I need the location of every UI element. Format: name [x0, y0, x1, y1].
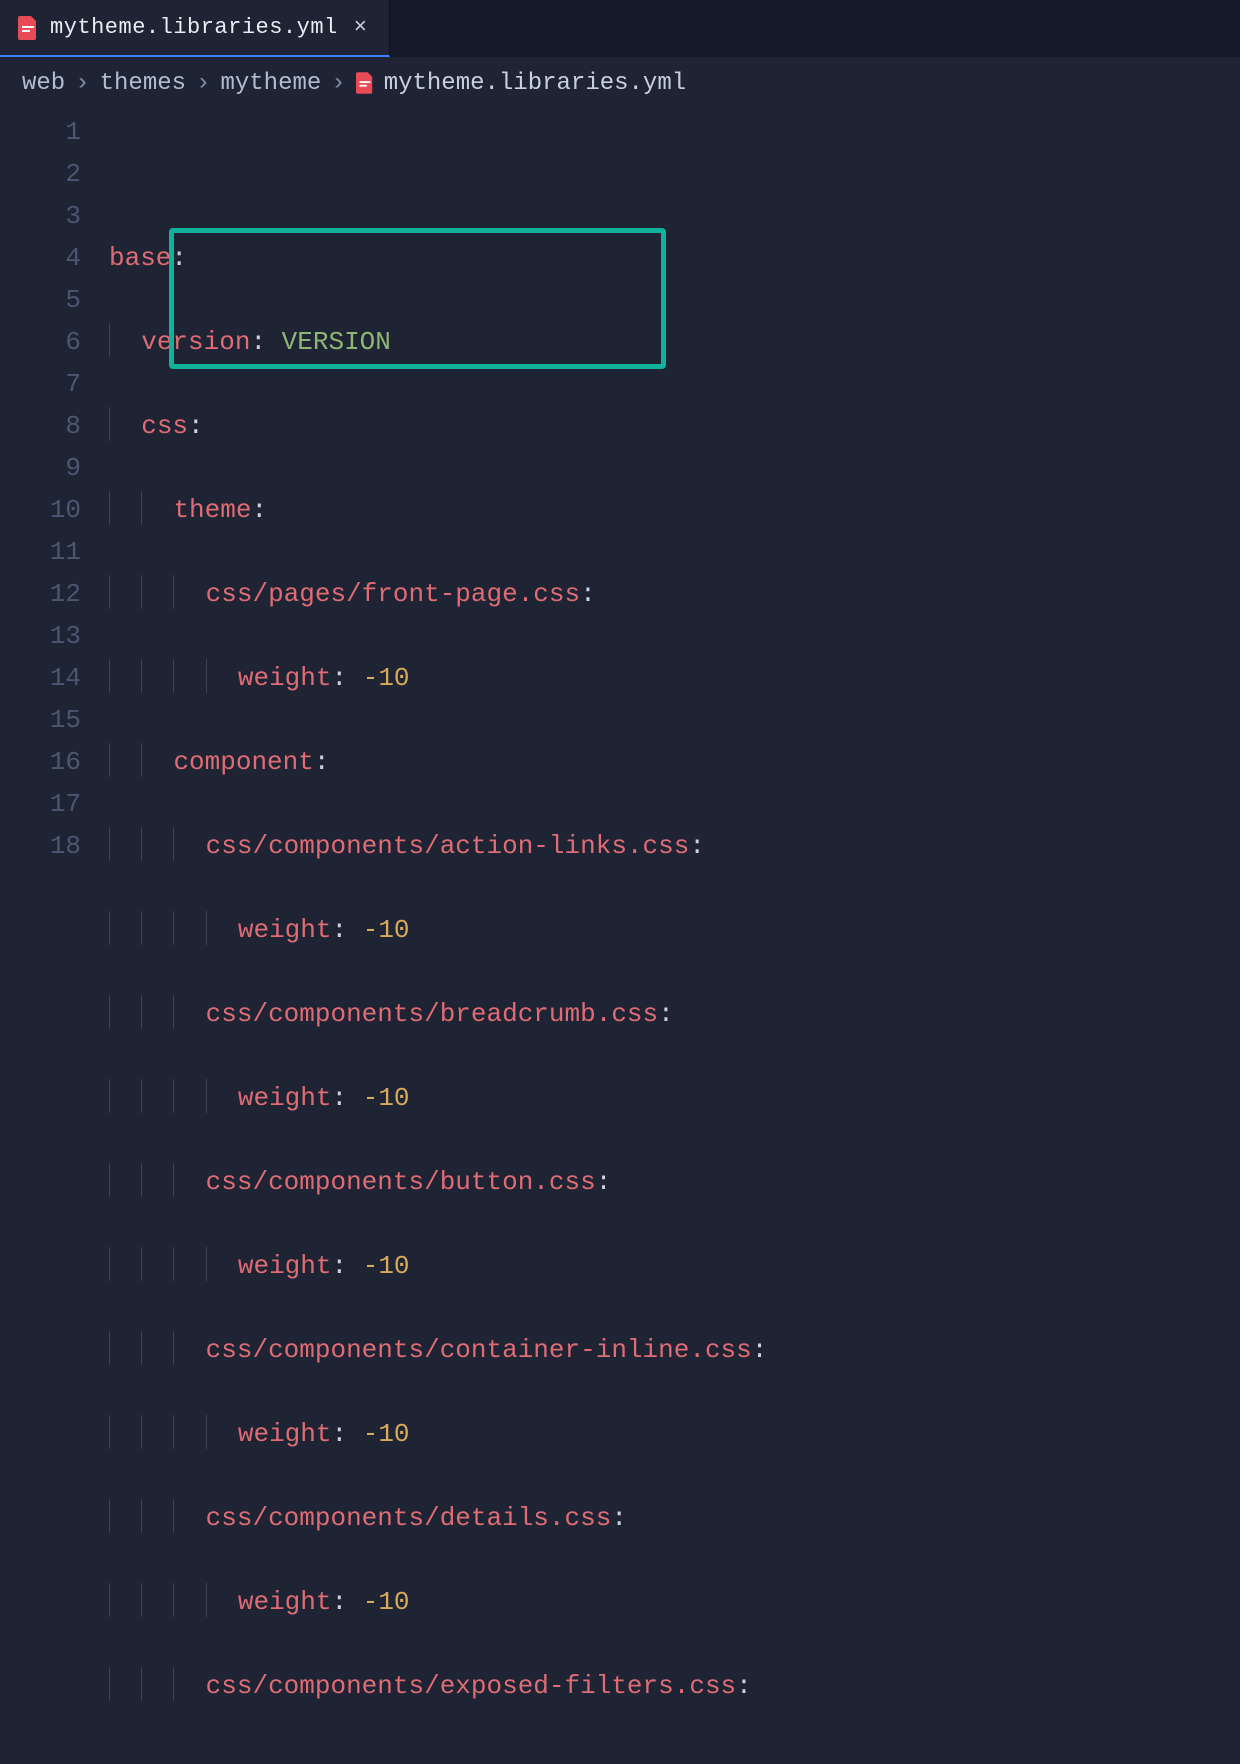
yaml-value: -10	[363, 663, 410, 693]
yaml-key: css/components/details.css	[206, 1503, 612, 1533]
line-number: 9	[0, 447, 81, 489]
yaml-key: version	[141, 327, 250, 357]
yaml-key: css/components/button.css	[206, 1167, 596, 1197]
yaml-value: -10	[363, 1251, 410, 1281]
editor-tab[interactable]: mytheme.libraries.yml ×	[0, 0, 390, 57]
tab-bar: mytheme.libraries.yml ×	[0, 0, 1240, 57]
line-number: 6	[0, 321, 81, 363]
breadcrumb-item[interactable]: themes	[100, 70, 186, 97]
breadcrumb: web › themes › mytheme › mytheme.librari…	[0, 57, 1240, 109]
close-icon[interactable]: ×	[350, 17, 371, 39]
yaml-value: -10	[363, 915, 410, 945]
chevron-right-icon: ›	[75, 70, 89, 97]
yaml-file-icon	[356, 72, 374, 94]
line-number: 11	[0, 531, 81, 573]
yaml-key: weight	[238, 1251, 332, 1281]
breadcrumb-item[interactable]: web	[22, 70, 65, 97]
yaml-value: -10	[363, 1587, 410, 1617]
line-number: 13	[0, 615, 81, 657]
line-number: 4	[0, 237, 81, 279]
yaml-key: weight	[238, 1587, 332, 1617]
yaml-key: weight	[238, 915, 332, 945]
yaml-key: weight	[238, 1083, 332, 1113]
line-number-gutter: 123456789101112131415161718	[0, 111, 109, 867]
line-number: 7	[0, 363, 81, 405]
line-number: 10	[0, 489, 81, 531]
line-number: 1	[0, 111, 81, 153]
breadcrumb-item[interactable]: mytheme	[220, 70, 321, 97]
chevron-right-icon: ›	[196, 70, 210, 97]
yaml-value: VERSION	[282, 327, 391, 357]
tabbar-empty	[390, 0, 1240, 57]
yaml-value: -10	[363, 1083, 410, 1113]
line-number: 12	[0, 573, 81, 615]
yaml-key: css	[141, 411, 188, 441]
line-number: 16	[0, 741, 81, 783]
yaml-key: css/components/action-links.css	[206, 831, 690, 861]
line-number: 3	[0, 195, 81, 237]
yaml-file-icon	[18, 16, 38, 40]
yaml-key: theme	[173, 495, 251, 525]
tab-title: mytheme.libraries.yml	[50, 15, 338, 40]
yaml-key: base	[109, 243, 171, 273]
line-number: 14	[0, 657, 81, 699]
line-number: 17	[0, 783, 81, 825]
line-number: 5	[0, 279, 81, 321]
yaml-key: css/components/breadcrumb.css	[206, 999, 658, 1029]
line-number: 15	[0, 699, 81, 741]
line-number: 2	[0, 153, 81, 195]
breadcrumb-item[interactable]: mytheme.libraries.yml	[384, 70, 686, 97]
yaml-key: css/components/exposed-filters.css	[206, 1671, 737, 1701]
code-editor[interactable]: 123456789101112131415161718 base: versio…	[0, 109, 1240, 1764]
line-number: 8	[0, 405, 81, 447]
yaml-key: weight	[238, 663, 332, 693]
code-content[interactable]: base: version: VERSION css: theme: css/p…	[109, 111, 767, 1764]
yaml-value: -10	[363, 1419, 410, 1449]
chevron-right-icon: ›	[331, 70, 345, 97]
yaml-key: css/components/container-inline.css	[206, 1335, 752, 1365]
yaml-key: component	[173, 747, 313, 777]
line-number: 18	[0, 825, 81, 867]
yaml-key: weight	[238, 1419, 332, 1449]
yaml-key: css/pages/front-page.css	[206, 579, 580, 609]
